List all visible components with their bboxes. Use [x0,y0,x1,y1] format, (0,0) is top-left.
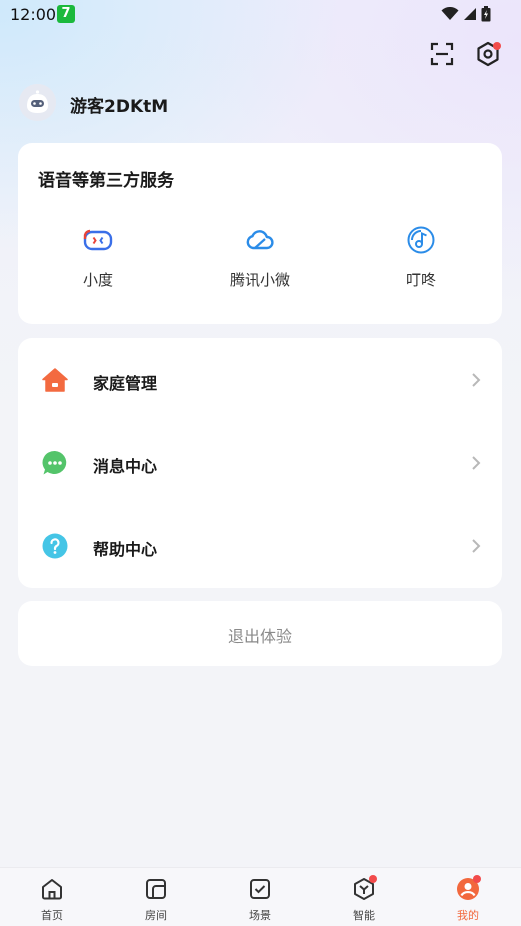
nav-tab-scenes[interactable]: 场景 [208,868,312,926]
home-icon [42,368,68,392]
scene-icon [250,879,270,899]
services-title: 语音等第三方服务 [38,171,174,191]
menu-item-label: 消息中心 [93,457,158,476]
service-xiaodu[interactable]: 小度 [38,225,158,290]
xiaodu-icon [83,229,113,251]
settings-button[interactable] [474,40,502,68]
service-tencent-xiaowei[interactable]: 腾讯小微 [200,225,320,290]
menu-item-label: 家庭管理 [93,374,158,393]
status-time: 12:00 [10,5,57,24]
robot-avatar-icon [19,84,56,121]
service-label: 叮咚 [405,271,436,289]
logout-label: 退出体验 [227,627,292,646]
help-icon [42,533,68,559]
logout-button[interactable]: 退出体验 [18,601,502,666]
wifi-icon [441,7,459,20]
service-label: 腾讯小微 [229,271,290,289]
third-party-services-card: 语音等第三方服务 小度 腾讯小微 叮咚 [18,143,502,324]
menu-item-label: 帮助中心 [93,540,158,559]
nav-tab-home[interactable]: 首页 [0,868,104,926]
nav-label: 首页 [41,909,63,922]
service-dingdong[interactable]: 叮咚 [361,225,481,290]
bottom-navigation: 首页 房间 场景 智能 我的 [0,867,521,926]
settings-notification-dot [493,42,501,50]
nav-label: 智能 [353,909,375,922]
home-outline-icon [42,879,62,900]
menu-card: 家庭管理 消息中心 帮助中心 [18,338,502,588]
chevron-right-icon [472,539,481,553]
message-icon [42,450,67,475]
room-icon [146,879,166,899]
app-notification-badge: 7 [57,5,75,23]
chevron-right-icon [472,456,481,470]
service-label: 小度 [82,271,113,289]
username[interactable]: 游客2DKtM [70,92,168,117]
battery-icon [481,6,491,22]
avatar[interactable] [19,84,56,121]
signal-icon [464,8,476,20]
menu-item-family-management[interactable]: 家庭管理 [18,338,502,421]
nav-label: 房间 [145,909,167,922]
status-bar: 12:00 7 [0,0,521,30]
cloud-icon [246,230,274,250]
music-note-icon [407,226,435,254]
nav-tab-smart[interactable]: 智能 [312,868,416,926]
scan-icon [430,42,454,66]
nav-tab-mine[interactable]: 我的 [416,868,520,926]
mine-notification-dot [473,875,481,883]
menu-item-message-center[interactable]: 消息中心 [18,421,502,504]
smart-notification-dot [369,875,377,883]
nav-label: 场景 [249,909,271,922]
scan-button[interactable] [428,40,456,68]
menu-item-help-center[interactable]: 帮助中心 [18,504,502,587]
chevron-right-icon [472,373,481,387]
nav-tab-rooms[interactable]: 房间 [104,868,208,926]
nav-label: 我的 [457,909,479,922]
status-icons [441,5,491,23]
